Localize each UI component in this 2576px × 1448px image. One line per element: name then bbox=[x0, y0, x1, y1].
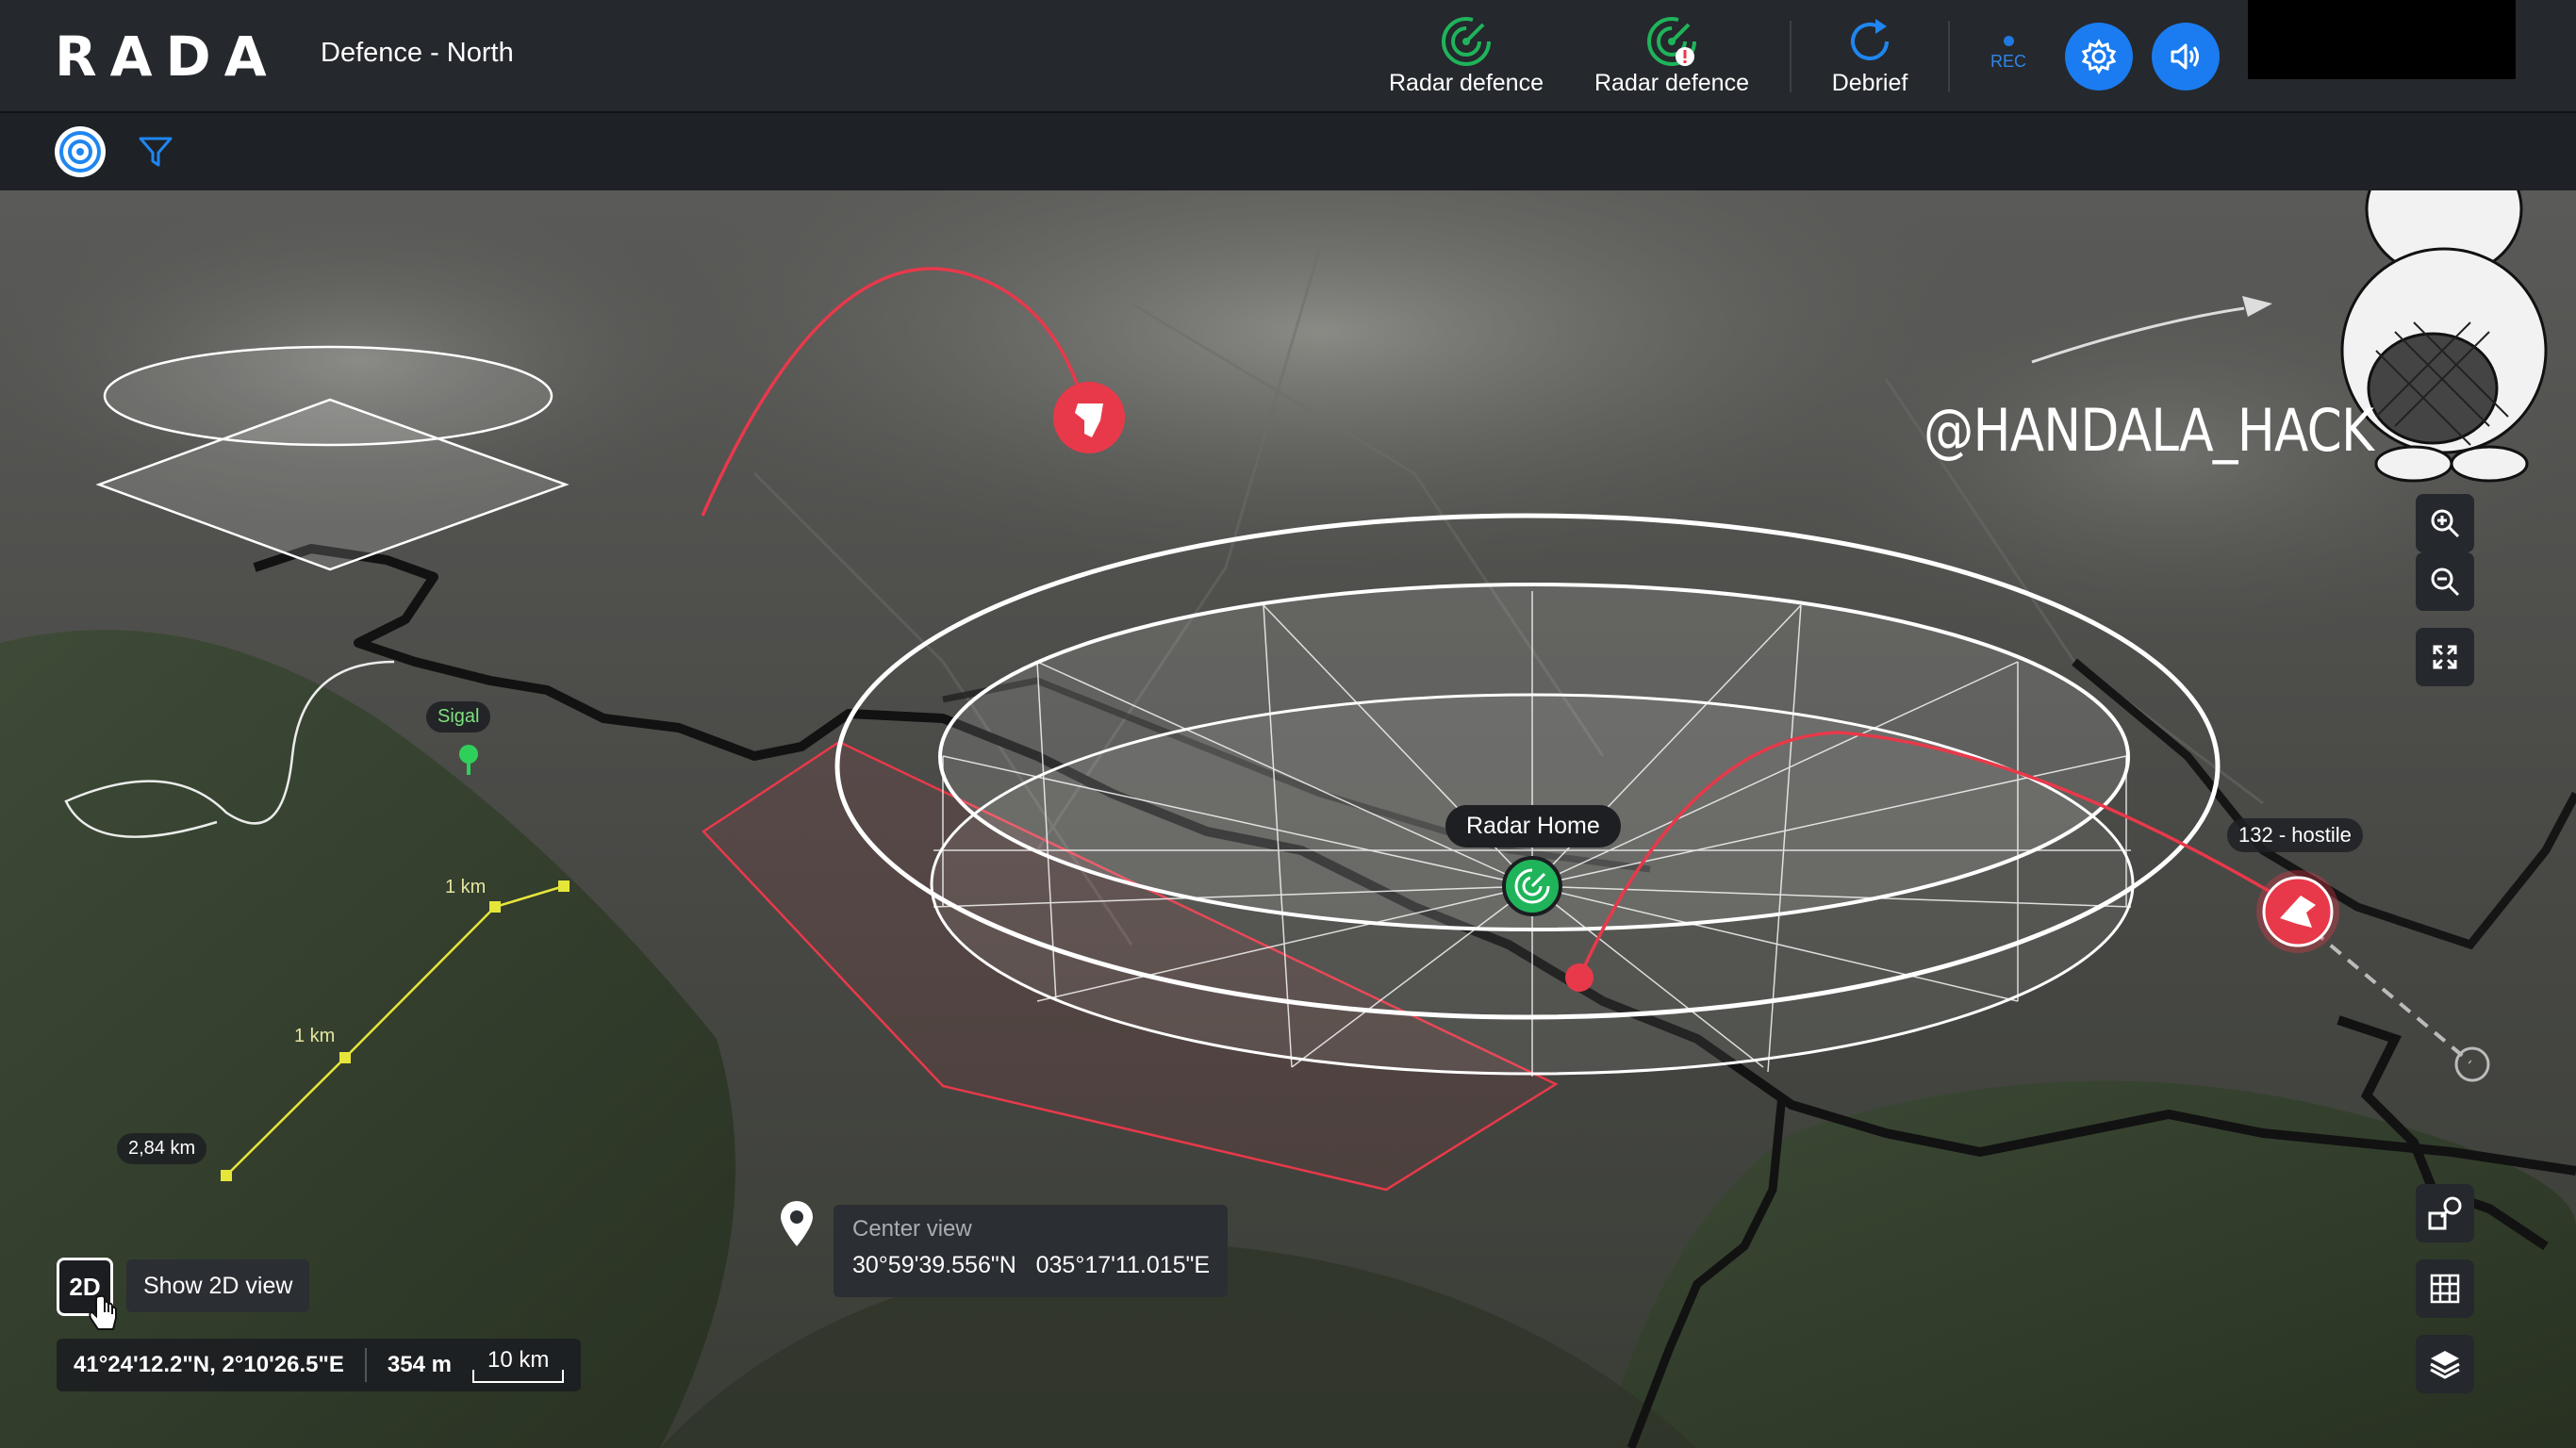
secondary-toolbar bbox=[0, 113, 2576, 190]
debrief-label: Debrief bbox=[1831, 70, 1908, 96]
radar-defence-label-2: Radar defence bbox=[1593, 70, 1749, 96]
layers-target-button[interactable] bbox=[53, 124, 107, 179]
shapes-icon bbox=[2428, 1196, 2462, 1230]
rec-dot-icon bbox=[2003, 36, 2014, 46]
page-title: Defence - North bbox=[321, 38, 514, 68]
hack-watermark: @HANDALA_HACK bbox=[1924, 396, 2374, 465]
radar-defence-button-2[interactable]: Radar defence bbox=[1582, 11, 1761, 106]
map-view[interactable]: Sigal Radar Home 132 - hostile 1 km 1 km… bbox=[0, 190, 2576, 1448]
settings-button[interactable] bbox=[2065, 23, 2133, 90]
center-view-panel[interactable]: Center view 30°59'39.556"N 035°17'11.015… bbox=[834, 1205, 1228, 1297]
zoom-in-icon bbox=[2431, 509, 2460, 538]
zoom-out-icon bbox=[2431, 568, 2460, 597]
gear-icon bbox=[2081, 39, 2117, 74]
speaker-icon bbox=[2171, 43, 2199, 70]
radar-defence-label-1: Radar defence bbox=[1388, 70, 1544, 96]
top-bar: RADA Defence - North Radar defence Radar… bbox=[0, 0, 2576, 113]
center-view-lon: 035°17'11.015"E bbox=[1035, 1252, 1211, 1278]
refresh-icon bbox=[1851, 19, 1889, 60]
radar-defence-button-1[interactable]: Radar defence bbox=[1377, 11, 1556, 106]
radar-home-label: Radar Home bbox=[1445, 805, 1621, 847]
redacted-block bbox=[2248, 0, 2516, 79]
radar-icon bbox=[1442, 17, 1491, 66]
ruler-total-label: 2,84 km bbox=[117, 1133, 207, 1164]
cursor-coordinates: 41°24'12.2"N, 2°10'26.5"E bbox=[74, 1352, 344, 1377]
track-label: 132 - hostile bbox=[2227, 818, 2363, 852]
show-2d-tooltip: Show 2D view bbox=[126, 1259, 310, 1312]
grid-icon bbox=[2430, 1274, 2460, 1304]
toolbar-divider bbox=[1948, 21, 1950, 92]
altitude-readout: 354 m bbox=[387, 1352, 452, 1377]
hand-cursor-icon bbox=[89, 1295, 117, 1330]
location-pin-icon bbox=[781, 1201, 813, 1246]
track-origin-dot[interactable] bbox=[1565, 963, 1593, 992]
ruler-seg1-label: 1 km bbox=[445, 877, 487, 897]
shapes-button[interactable] bbox=[2416, 1184, 2474, 1242]
rec-label: REC bbox=[1990, 52, 2026, 71]
filter-button[interactable] bbox=[128, 124, 183, 179]
hostile-marker-2[interactable] bbox=[2256, 870, 2339, 953]
center-view-lat: 30°59'39.556"N bbox=[852, 1252, 1016, 1278]
hostile-marker-1[interactable] bbox=[1053, 382, 1125, 453]
scale-bar: 10 km bbox=[471, 1347, 565, 1383]
debrief-button[interactable]: Debrief bbox=[1780, 11, 1959, 106]
layers-icon bbox=[2430, 1351, 2460, 1379]
sound-button[interactable] bbox=[2152, 23, 2220, 90]
center-view-title: Center view bbox=[852, 1216, 972, 1242]
rec-button[interactable]: REC bbox=[1988, 36, 2029, 72]
grid-button[interactable] bbox=[2416, 1259, 2474, 1318]
layers-button[interactable] bbox=[2416, 1335, 2474, 1393]
filter-icon bbox=[139, 137, 173, 167]
radar-home-marker[interactable] bbox=[1502, 856, 1562, 916]
expand-icon bbox=[2433, 645, 2457, 669]
radar-alert-icon bbox=[1647, 17, 1696, 66]
fullscreen-button[interactable] bbox=[2416, 628, 2474, 686]
zoom-in-button[interactable] bbox=[2416, 494, 2474, 552]
map-status-bar: 41°24'12.2"N, 2°10'26.5"E 354 m 10 km bbox=[57, 1339, 582, 1391]
zoom-out-button[interactable] bbox=[2416, 552, 2474, 611]
ruler-seg2-label: 1 km bbox=[294, 1026, 336, 1046]
center-view-coords: 30°59'39.556"N 035°17'11.015"E bbox=[852, 1252, 1211, 1279]
terrain-map bbox=[0, 190, 2576, 1448]
app-logo: RADA bbox=[55, 25, 280, 89]
site-label-sigal: Sigal bbox=[426, 701, 491, 732]
target-icon bbox=[55, 126, 106, 177]
status-divider bbox=[364, 1348, 367, 1382]
